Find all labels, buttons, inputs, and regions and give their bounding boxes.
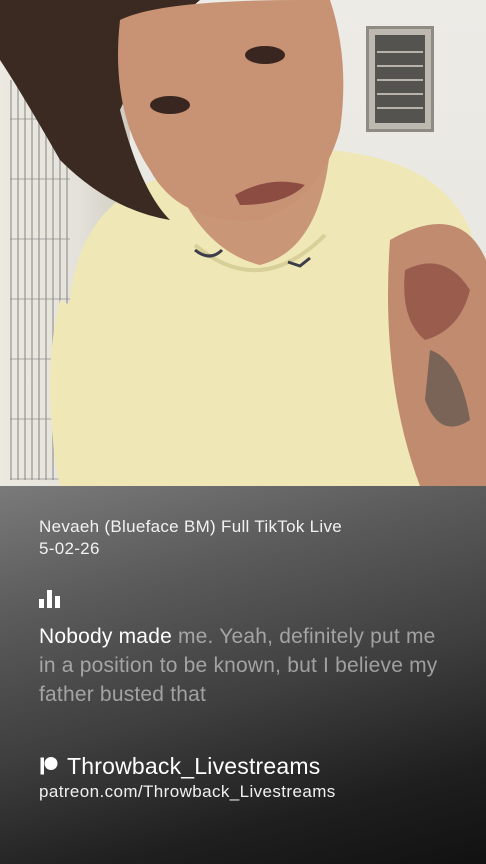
brand-url-link[interactable]: patreon.com/Throwback_Livestreams — [39, 782, 336, 802]
transcript-highlight: Nobody made — [39, 625, 172, 648]
person-figure — [0, 0, 486, 486]
brand-name: Throwback_Livestreams — [67, 752, 321, 779]
audio-bars-icon — [39, 590, 60, 608]
patreon-icon — [40, 757, 58, 775]
transcript-text: Nobody made me. Yeah, definitely put me … — [39, 622, 449, 709]
video-frame — [0, 0, 486, 486]
caption-card: Nevaeh (Blueface BM) Full TikTok Live 5-… — [0, 486, 486, 864]
brand-row[interactable]: Throwback_Livestreams — [39, 752, 320, 780]
stream-title: Nevaeh (Blueface BM) Full TikTok Live — [39, 517, 343, 536]
stream-date: 5-02-26 — [39, 539, 100, 558]
stream-title-block: Nevaeh (Blueface BM) Full TikTok Live 5-… — [39, 516, 439, 560]
